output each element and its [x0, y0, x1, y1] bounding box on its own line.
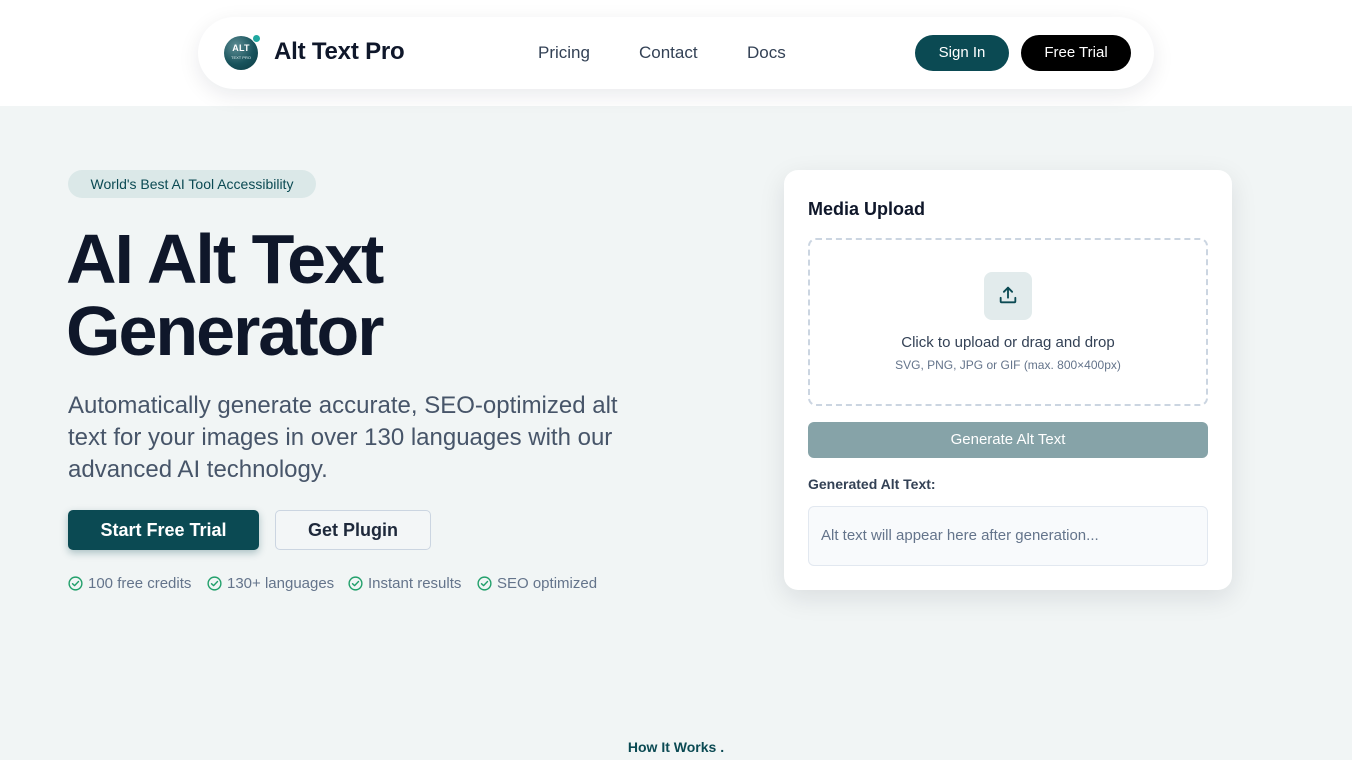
- check-circle-icon: [348, 576, 363, 591]
- hero-title-line-2: Generator: [66, 292, 385, 370]
- how-it-works-heading: How It Works .: [627, 739, 725, 755]
- start-free-trial-button[interactable]: Start Free Trial: [68, 510, 259, 550]
- nav-link-contact[interactable]: Contact: [639, 43, 698, 63]
- feature-label: 100 free credits: [88, 575, 192, 592]
- dropzone-hint: SVG, PNG, JPG or GIF (max. 800×400px): [895, 358, 1121, 372]
- hero-title-line-1: AI Alt Text: [66, 220, 384, 298]
- get-plugin-button[interactable]: Get Plugin: [275, 510, 431, 550]
- logo-subtext: TEXT PRO: [231, 55, 251, 60]
- upload-dropzone[interactable]: Click to upload or drag and drop SVG, PN…: [808, 238, 1208, 406]
- logo-text: ALT: [232, 43, 250, 53]
- nav-link-pricing[interactable]: Pricing: [538, 43, 590, 63]
- output-label: Generated Alt Text:: [808, 476, 936, 492]
- nav-link-docs[interactable]: Docs: [747, 43, 786, 63]
- free-trial-button[interactable]: Free Trial: [1021, 35, 1131, 71]
- feature-label: SEO optimized: [497, 575, 598, 592]
- dropzone-text: Click to upload or drag and drop: [901, 334, 1115, 351]
- check-circle-icon: [207, 576, 222, 591]
- logo-icon[interactable]: ALT TEXT PRO: [224, 34, 261, 70]
- generate-alt-text-button[interactable]: Generate Alt Text: [808, 422, 1208, 458]
- navbar: ALT TEXT PRO Alt Text Pro Pricing Contac…: [198, 17, 1154, 89]
- hero-title: AI Alt Text Generator: [66, 223, 666, 367]
- hero-description: Automatically generate accurate, SEO-opt…: [68, 392, 618, 483]
- sign-in-button[interactable]: Sign In: [915, 35, 1009, 71]
- feature-label: Instant results: [368, 575, 462, 592]
- brand-name[interactable]: Alt Text Pro: [274, 38, 405, 66]
- hero-badge: World's Best AI Tool Accessibility: [68, 170, 316, 198]
- upload-icon: [984, 272, 1032, 320]
- panel-title: Media Upload: [808, 199, 926, 219]
- generated-alt-text-output[interactable]: Alt text will appear here after generati…: [808, 506, 1208, 566]
- media-upload-panel: Media Upload Click to upload or drag and…: [784, 170, 1232, 590]
- logo-dot: [252, 34, 261, 43]
- check-circle-icon: [68, 576, 83, 591]
- feature-label: 130+ languages: [227, 575, 335, 592]
- check-circle-icon: [477, 576, 492, 591]
